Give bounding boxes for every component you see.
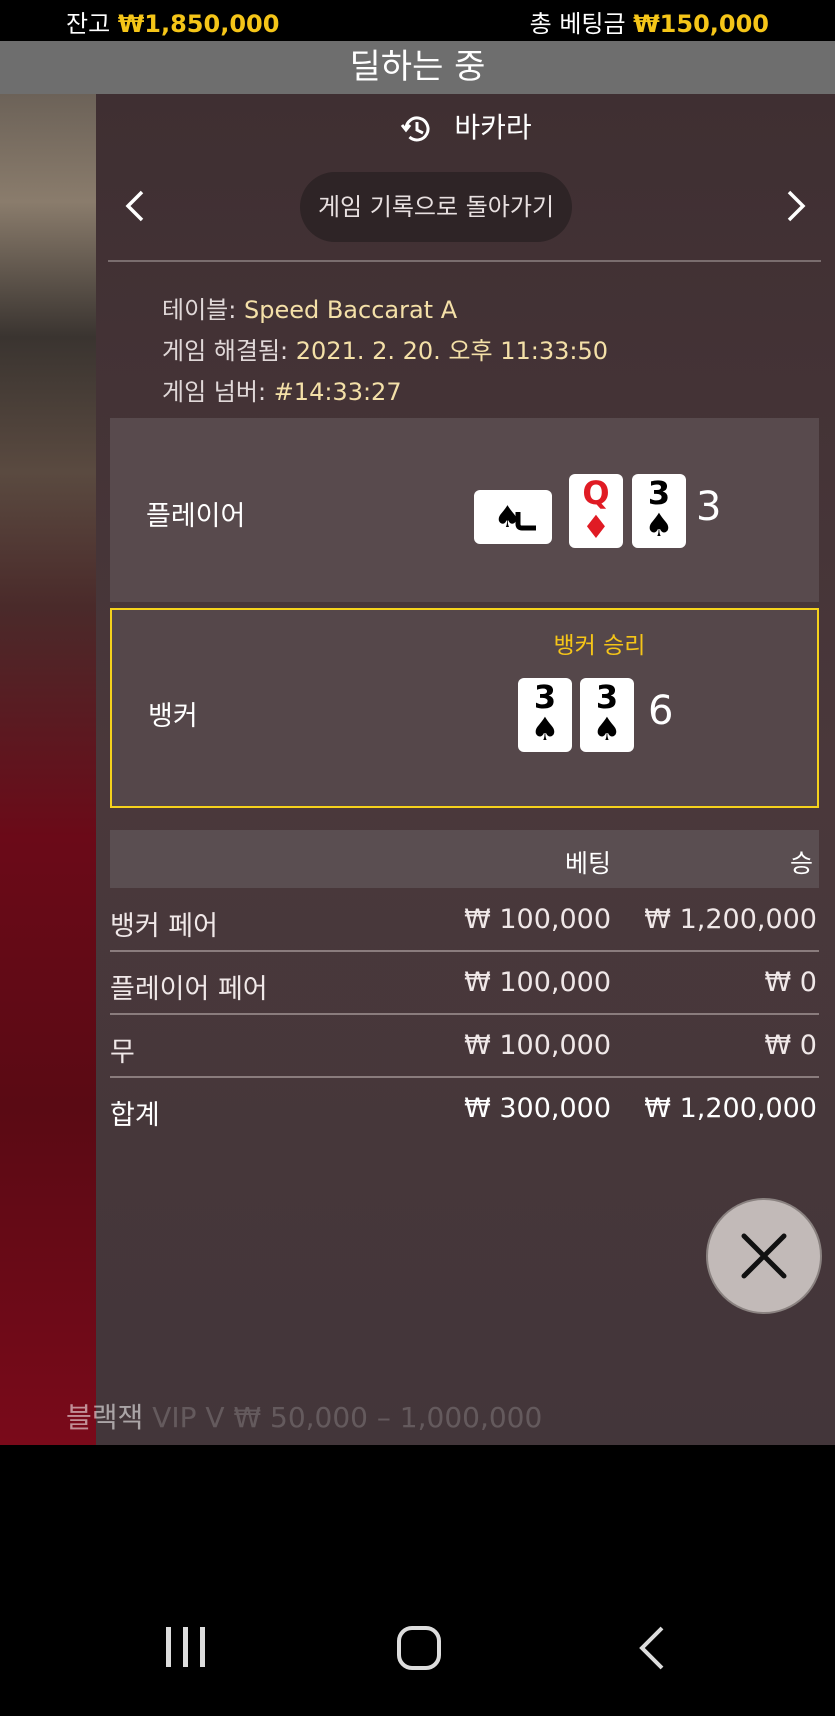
table-row: 뱅커 페어 ₩ 100,000 ₩ 1,200,000 (110, 890, 819, 952)
background-table-label: 블랙잭 VIP V ₩ 50,000 – 1,000,000 (66, 1396, 542, 1436)
bet-amount: ₩ 100,000 (464, 1030, 611, 1061)
table-info: 테이블: Speed Baccarat A (162, 290, 457, 325)
total-bet-amount: ₩ 300,000 (464, 1093, 611, 1124)
game-background (0, 94, 96, 1445)
table-row: 플레이어 페어 ₩ 100,000 ₩ 0 (110, 953, 819, 1015)
player-label: 플레이어 (146, 501, 246, 532)
player-hand: 플레이어 ♠ Q ♦ 3 ♠ 3 (110, 418, 819, 602)
bet-name: 플레이어 페어 (110, 974, 268, 1005)
player-card-3-suit: ♠ (644, 506, 674, 544)
win-amount: ₩ 0 (764, 1030, 817, 1061)
game-number-info: 게임 넘버: #14:33:27 (162, 372, 402, 407)
history-navigation: 게임 기록으로 돌아가기 (96, 172, 835, 244)
total-bet-value: ₩150,000 (633, 10, 769, 38)
bet-name: 무 (110, 1037, 135, 1068)
background-table-name: 블랙잭 (66, 1401, 144, 1434)
player-score: 3 (696, 484, 722, 530)
banker-score: 6 (648, 688, 674, 734)
win-column-header: 승 (789, 849, 813, 878)
resolved-label: 게임 해결됨: (162, 337, 289, 365)
panel-title-text: 바카라 (454, 111, 532, 144)
resolved-value: 2021. 2. 20. 오후 11:33:50 (295, 337, 609, 365)
player-card-2-rank: Q (582, 474, 610, 512)
bets-table-header: 베팅 승 (110, 830, 819, 888)
back-to-history-button[interactable]: 게임 기록으로 돌아가기 (300, 172, 572, 242)
game-number-label: 게임 넘버: (162, 378, 267, 406)
banker-card-1-suit: ♠ (530, 710, 560, 748)
table-row: 무 ₩ 100,000 ₩ 0 (110, 1016, 819, 1078)
back-icon[interactable] (636, 1625, 668, 1675)
history-icon (399, 111, 454, 144)
game-number-value: #14:33:27 (273, 378, 402, 406)
status-banner: 딜하는 중 (0, 41, 835, 94)
balance: 잔고 ₩1,850,000 (66, 4, 279, 39)
recent-apps-icon[interactable] (164, 1625, 208, 1673)
home-icon[interactable] (396, 1625, 442, 1675)
balance-label: 잔고 (66, 10, 111, 38)
bet-column-header: 베팅 (564, 849, 611, 878)
banker-card-1: 3 ♠ (518, 678, 572, 752)
background-table-limits: VIP V ₩ 50,000 – 1,000,000 (152, 1401, 543, 1434)
total-bet: 총 베팅금 ₩150,000 (530, 4, 769, 39)
balance-value: ₩1,850,000 (117, 10, 280, 38)
close-button[interactable] (706, 1198, 822, 1314)
banker-card-2-suit: ♠ (592, 710, 622, 748)
divider (108, 260, 821, 262)
bet-name: 뱅커 페어 (110, 911, 218, 942)
system-navigation-bar (0, 1445, 835, 1716)
table-total-row: 합계 ₩ 300,000 ₩ 1,200,000 (110, 1079, 819, 1139)
player-card-2: Q ♦ (569, 474, 623, 548)
total-name: 합계 (110, 1100, 160, 1131)
win-amount: ₩ 1,200,000 (644, 904, 817, 935)
table-value: Speed Baccarat A (243, 296, 458, 324)
total-bet-label: 총 베팅금 (529, 10, 626, 38)
panel-title: 바카라 (96, 106, 835, 147)
player-card-1: ♠ (474, 490, 552, 544)
player-card-3: 3 ♠ (632, 474, 686, 548)
win-amount: ₩ 0 (764, 967, 817, 998)
player-card-2-suit: ♦ (581, 508, 611, 546)
resolved-info: 게임 해결됨: 2021. 2. 20. 오후 11:33:50 (162, 331, 608, 366)
chevron-left-icon[interactable] (116, 186, 156, 226)
banker-card-2: 3 ♠ (580, 678, 634, 752)
chevron-right-icon[interactable] (775, 186, 815, 226)
bet-amount: ₩ 100,000 (464, 967, 611, 998)
total-win-amount: ₩ 1,200,000 (644, 1093, 817, 1124)
top-bar: 잔고 ₩1,850,000 총 베팅금 ₩150,000 (0, 0, 835, 41)
banker-hand: 뱅커 승리 뱅커 3 ♠ 3 ♠ 6 (110, 608, 819, 808)
bet-amount: ₩ 100,000 (464, 904, 611, 935)
banker-label: 뱅커 (148, 701, 198, 732)
banker-win-label: 뱅커 승리 (553, 633, 646, 659)
table-label: 테이블: (162, 296, 237, 324)
